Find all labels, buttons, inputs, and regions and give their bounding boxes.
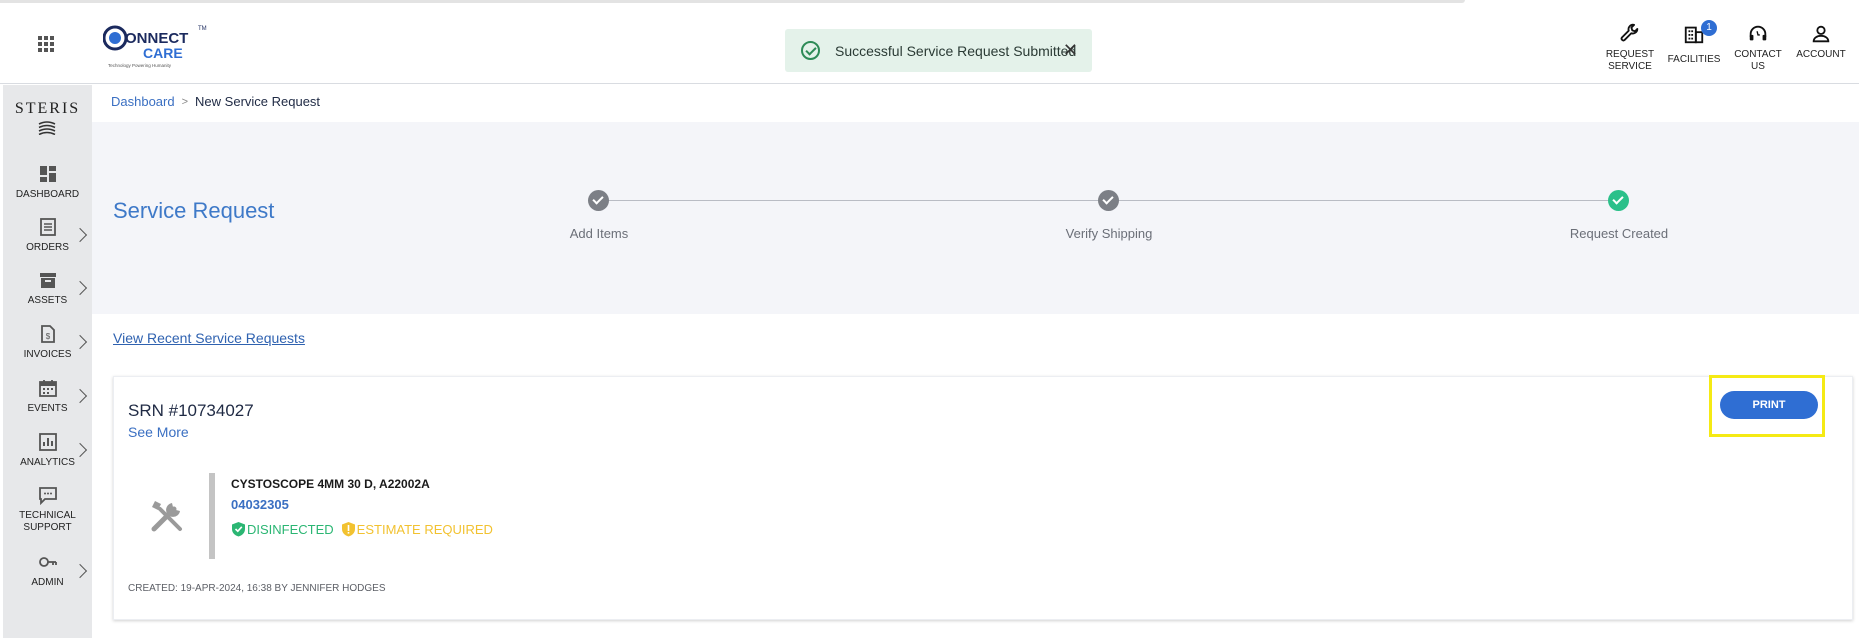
svg-text:CARE: CARE bbox=[143, 45, 183, 61]
sidebar-item-label: EVENTS bbox=[27, 403, 68, 414]
tools-icon bbox=[151, 501, 182, 532]
nav-label: REQUEST SERVICE bbox=[1605, 49, 1655, 72]
nav-facilities[interactable]: 1 FACILITIES bbox=[1667, 20, 1721, 66]
nav-account[interactable]: ACCOUNT bbox=[1795, 23, 1847, 61]
facilities-badge: 1 bbox=[1701, 20, 1717, 36]
nav-label: FACILITIES bbox=[1667, 54, 1721, 65]
tag-label: ESTIMATE REQUIRED bbox=[356, 521, 493, 537]
svg-text:$: $ bbox=[45, 332, 50, 341]
item-tags: DISINFECTED ESTIMATE REQUIRED bbox=[231, 521, 493, 537]
breadcrumb: Dashboard > New Service Request bbox=[111, 94, 320, 109]
tag-label: DISINFECTED bbox=[247, 521, 334, 537]
step-connector bbox=[1118, 200, 1608, 201]
stepper-panel bbox=[92, 122, 1859, 314]
srn-number: SRN #10734027 bbox=[128, 401, 254, 420]
breadcrumb-dashboard-link[interactable]: Dashboard bbox=[111, 94, 175, 109]
item-serial-link[interactable]: 04032305 bbox=[231, 497, 289, 512]
shield-check-icon bbox=[232, 522, 245, 537]
sidebar-item-label: TECHNICAL SUPPORT bbox=[19, 510, 76, 533]
nav-label: ACCOUNT bbox=[1796, 49, 1846, 60]
toast-message: Successful Service Request Submitted bbox=[835, 42, 1077, 59]
connectcare-logo[interactable]: ONNECT CARE TM Technology Powering Human… bbox=[103, 20, 213, 70]
item-name: CYSTOSCOPE 4MM 30 D, A22002A bbox=[231, 477, 430, 491]
apps-grid-icon[interactable] bbox=[38, 36, 58, 56]
sidebar-item-dashboard[interactable]: DASHBOARD bbox=[3, 164, 92, 201]
step-done-check-icon bbox=[1098, 190, 1119, 211]
sidebar-item-label: ANALYTICS bbox=[20, 457, 75, 468]
key-icon bbox=[38, 557, 57, 567]
print-highlight: PRINT bbox=[1709, 375, 1825, 437]
print-button[interactable]: PRINT bbox=[1720, 391, 1818, 419]
svg-text:Technology Powering Humanity: Technology Powering Humanity bbox=[108, 63, 172, 68]
sidebar: STERIS DASHBOARD ORDERS ASSETS $ INVOICE… bbox=[3, 85, 92, 638]
user-icon bbox=[1812, 25, 1830, 43]
sidebar-item-label: INVOICES bbox=[23, 349, 72, 360]
sidebar-item-label: DASHBOARD bbox=[15, 189, 80, 200]
close-icon[interactable]: ✕ bbox=[1063, 41, 1078, 59]
see-more-link[interactable]: See More bbox=[128, 424, 189, 440]
step-current-check-icon bbox=[1608, 190, 1629, 211]
sidebar-item-label: ASSETS bbox=[27, 295, 68, 306]
nav-label: CONTACT US bbox=[1734, 49, 1782, 72]
sidebar-item-technical-support[interactable]: TECHNICAL SUPPORT bbox=[3, 485, 92, 534]
disinfected-tag: DISINFECTED bbox=[231, 521, 334, 537]
breadcrumb-current: New Service Request bbox=[195, 94, 321, 109]
dashboard-icon bbox=[39, 166, 56, 182]
estimate-required-tag: ESTIMATE REQUIRED bbox=[341, 521, 493, 537]
chevron-right-icon: > bbox=[181, 95, 189, 108]
page-title: Service Request bbox=[113, 198, 275, 223]
svg-text:TM: TM bbox=[198, 26, 207, 32]
step-done-check-icon bbox=[588, 190, 609, 211]
wrench-icon bbox=[1620, 23, 1639, 42]
analytics-icon bbox=[38, 433, 57, 451]
headset-icon bbox=[1749, 25, 1767, 41]
top-header: ONNECT CARE TM Technology Powering Human… bbox=[0, 3, 1859, 84]
steris-brand: STERIS bbox=[14, 100, 81, 117]
chat-icon bbox=[38, 487, 57, 505]
step-label-add-items: Add Items bbox=[569, 226, 629, 241]
step-label-verify-shipping: Verify Shipping bbox=[1065, 226, 1153, 241]
step-label-request-created: Request Created bbox=[1569, 226, 1669, 241]
steris-logo-icon bbox=[38, 121, 56, 135]
created-info: CREATED: 19-APR-2024, 16:38 BY JENNIFER … bbox=[128, 583, 386, 594]
shield-alert-icon bbox=[341, 522, 355, 537]
orders-icon bbox=[39, 218, 56, 236]
sidebar-item-label: ORDERS bbox=[26, 242, 69, 253]
step-connector bbox=[608, 200, 1098, 201]
nav-contact-us[interactable]: CONTACT US bbox=[1734, 23, 1782, 73]
success-toast: Successful Service Request Submitted ✕ bbox=[785, 29, 1092, 72]
item-divider bbox=[209, 473, 215, 559]
nav-request-service[interactable]: REQUEST SERVICE bbox=[1606, 23, 1654, 73]
calendar-icon bbox=[38, 380, 57, 397]
service-request-card: SRN #10734027 See More PRINT CYSTOSCOPE … bbox=[113, 375, 1853, 620]
invoice-icon: $ bbox=[40, 325, 55, 343]
assets-icon bbox=[39, 273, 56, 288]
view-recent-requests-link[interactable]: View Recent Service Requests bbox=[113, 330, 305, 346]
sidebar-item-label: ADMIN bbox=[31, 577, 64, 588]
check-circle-icon bbox=[801, 41, 820, 60]
